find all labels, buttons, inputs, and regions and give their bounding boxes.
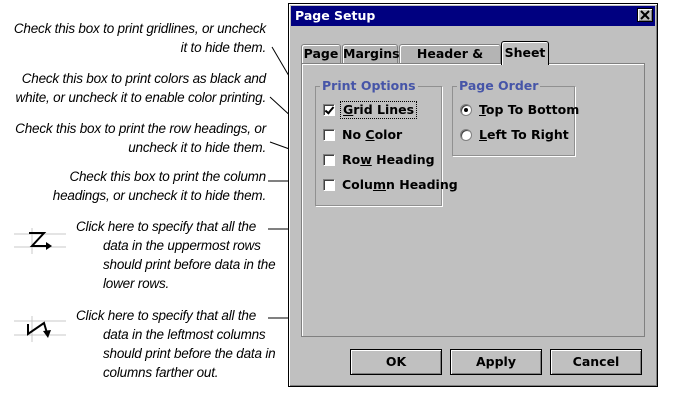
checkbox-box [323, 104, 335, 116]
callout-left-to-right: Click here to specify that all the data … [76, 306, 276, 382]
apply-button[interactable]: Apply [450, 349, 542, 375]
option-label: No Color [342, 127, 403, 142]
tab-margins[interactable]: Margins [342, 44, 400, 64]
callout-line: headings, or uncheck it to hide them. [52, 188, 266, 203]
tab-header-footer[interactable]: Header & Footer [399, 44, 501, 79]
tab-sheet[interactable]: Sheet [501, 41, 549, 65]
callout-color: Check this box to print colors as black … [15, 69, 267, 107]
close-button[interactable] [637, 8, 653, 22]
tab-page[interactable]: Page [301, 44, 341, 64]
page-order-label: Page Order [457, 78, 541, 93]
print-options-label: Print Options [320, 78, 418, 93]
callout-line: data in the uppermost rows [103, 238, 261, 253]
sheet-tab-panel: Print Options Grid Lines No Color Row He… [301, 63, 645, 337]
page-setup-dialog: Page Setup Page Margins Header & Footer … [288, 3, 658, 387]
callout-column-heading: Check this box to print the column headi… [53, 167, 266, 205]
radio-circle [460, 129, 472, 141]
page-order-group: Page Order Top To Bottom Left To Right [452, 78, 579, 156]
option-label: Top To Bottom [479, 102, 580, 117]
radio-circle [460, 104, 472, 116]
callout-line: Click here to specify that all the [76, 219, 257, 234]
print-options-group: Print Options Grid Lines No Color Row He… [315, 78, 458, 206]
callout-line: Check this box to print the column [69, 169, 266, 184]
checkbox-box [323, 129, 335, 141]
callout-line: Check this box to print colors as black … [21, 71, 266, 86]
callout-line: Check this box to print the row headings… [15, 121, 266, 136]
callout-line: lower rows. [103, 276, 170, 291]
callout-line: should print before data in the [103, 257, 276, 272]
callout-line: it to hide them. [180, 40, 267, 55]
callout-line: data in the leftmost columns [103, 327, 266, 342]
ok-button[interactable]: OK [350, 349, 442, 375]
left-to-right-order-icon [14, 316, 66, 342]
callout-line: Click here to specify that all the [76, 308, 257, 323]
title-bar: Page Setup [291, 6, 655, 26]
cancel-button[interactable]: Cancel [550, 349, 642, 375]
checkbox-box [323, 179, 335, 191]
dialog-title: Page Setup [295, 8, 376, 23]
option-label: Row Heading [342, 152, 435, 167]
callout-line: white, or uncheck it to enable color pri… [15, 90, 267, 105]
option-label: Grid Lines [340, 101, 418, 119]
callout-row-heading: Check this box to print the row headings… [15, 119, 266, 157]
top-to-bottom-order-icon [14, 228, 66, 254]
callout-line: should print before the data in [103, 346, 276, 361]
close-icon [640, 10, 650, 20]
option-label: Left To Right [479, 127, 569, 142]
callout-line: uncheck it to hide them. [128, 140, 266, 155]
callout-line: Check this box to print gridlines, or un… [13, 21, 266, 36]
callout-gridlines: Check this box to print gridlines, or un… [14, 19, 266, 57]
option-label: Column Heading [342, 177, 458, 192]
checkbox-box [323, 154, 335, 166]
callout-top-to-bottom: Click here to specify that all the data … [76, 217, 276, 293]
callout-line: columns farther out. [103, 365, 219, 380]
